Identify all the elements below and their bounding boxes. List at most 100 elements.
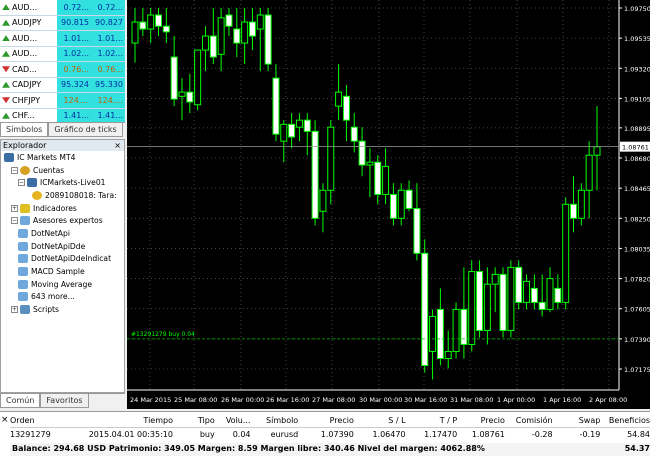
candle-body (499, 273, 507, 331)
list-item[interactable]: CADJPY 95.324 95.330 (0, 77, 125, 93)
candle-body (201, 35, 209, 51)
bid-cell: 1.02... (57, 46, 91, 61)
x-tick-label: 26 Mar 16:00 (266, 396, 309, 404)
table-cell: -0.19 (579, 430, 601, 439)
ask-cell: 0.76... (91, 62, 125, 77)
tree-item-label: DotNetApiDde (31, 241, 86, 251)
tree-item[interactable]: DotNetApiDde (1, 240, 124, 253)
arrow-down-icon (2, 66, 10, 73)
tree-item[interactable]: 643 more... (1, 291, 124, 304)
x-tick-label: 30 Mar 00:00 (359, 396, 402, 404)
tree-item[interactable]: − Cuentas (1, 164, 124, 177)
bid-cell: 1.41... (57, 108, 91, 122)
tree-item[interactable]: IC Markets MT4 (1, 151, 124, 164)
y-tick-label: 1.09750 (624, 5, 650, 13)
expand-icon[interactable]: + (11, 306, 18, 314)
y-tick-label: 1.08895 (624, 125, 650, 133)
list-item[interactable]: AUD... 1.02... 1.02... (0, 46, 125, 62)
candlestick-chart[interactable]: 1.09750 1.09535 1.09320 1.09105 1.08895 1.086… (127, 0, 650, 409)
tree-item[interactable]: DotNetApi (1, 227, 124, 240)
arrow-up-icon (2, 35, 10, 42)
list-item[interactable]: AUDJPY 90.815 90.827 (0, 15, 125, 31)
bid-cell: 1.01... (57, 31, 91, 46)
list-item[interactable]: AUD... 0.72... 0.72... (0, 0, 125, 16)
ask-cell: 124.... (91, 93, 125, 108)
tree-item[interactable]: + Indicadores (1, 202, 124, 215)
candle-body (577, 189, 585, 219)
tab-common[interactable]: Común (0, 394, 41, 408)
candle-body (546, 278, 554, 310)
y-tick-label: 1.09320 (624, 65, 650, 73)
arrow-up-icon (2, 50, 10, 57)
market-watch-panel: AUD... 0.72... 0.72... AUDJPY 90.815 90.827 AU… (0, 0, 125, 122)
bid-cell: 90.815 (57, 15, 91, 30)
column-header[interactable]: Comisión (505, 415, 553, 427)
candle-body (248, 21, 256, 37)
column-header[interactable]: Volu... (215, 415, 251, 427)
price-chart[interactable]: 1.09750 1.09535 1.09320 1.09105 1.08895 1.086… (127, 0, 650, 409)
tree-item[interactable]: 2089108018: Tara: (1, 189, 124, 202)
candle-body (154, 14, 162, 27)
tree-item-label: 643 more... (31, 292, 75, 302)
candle-body (209, 35, 217, 58)
candle-body (476, 271, 484, 331)
collapse-icon[interactable]: − (11, 166, 18, 174)
close-icon[interactable]: × (1, 415, 9, 425)
candle-body (374, 161, 382, 195)
close-icon[interactable]: × (114, 140, 121, 151)
column-header[interactable]: Orden (10, 415, 68, 427)
list-item[interactable]: CAD... 0.76... 0.76... (0, 62, 125, 78)
y-tick-label: 1.07820 (624, 276, 650, 284)
candle-body (468, 271, 476, 345)
ask-cell: 0.72... (91, 0, 125, 15)
column-header[interactable]: Precio (457, 415, 505, 427)
arrow-down-icon (2, 97, 10, 104)
x-tick-label: 26 Mar 00:00 (221, 396, 264, 404)
table-row[interactable]: 13291279 2015.04.01 00:35:10 buy 0.04 eurusd… (10, 429, 650, 442)
column-header[interactable]: Beneficios (600, 415, 650, 427)
candle-body (358, 140, 366, 166)
symbol-cell: CHFJPY (0, 96, 57, 105)
column-header[interactable]: Precio (298, 415, 354, 427)
tab-favorites[interactable]: Favoritos (40, 394, 89, 408)
expert-advisor-icon (20, 216, 30, 226)
list-item[interactable]: AUD... 1.01... 1.01... (0, 31, 125, 47)
tree-item[interactable]: + Scripts (1, 303, 124, 316)
column-header[interactable]: Símbolo (251, 415, 298, 427)
list-item[interactable]: CHF... 1.41... 1.41... (0, 108, 125, 122)
tree-item-label: DotNetApiDdeIndicat (31, 254, 112, 264)
tree-item[interactable]: DotNetApiDdeIndicat (1, 253, 124, 266)
tree-item[interactable]: MACD Sample (1, 265, 124, 278)
navigator-tabs: Común Favoritos (0, 393, 125, 408)
tab-tick-chart[interactable]: Gráfico de ticks (48, 123, 123, 137)
list-item[interactable]: CHFJPY 124.... 124.... (0, 93, 125, 109)
collapse-icon[interactable]: − (11, 217, 18, 225)
column-header[interactable]: S / L (354, 415, 405, 427)
column-header[interactable]: Tipo (173, 415, 215, 427)
symbol-label: AUDJPY (12, 18, 42, 28)
candle-body (178, 91, 186, 97)
tree-item[interactable]: − ICMarkets-Live01 (1, 176, 124, 189)
tab-symbols[interactable]: Símbolos (0, 123, 49, 137)
navigator-panel: Explorador × IC Markets MT4− Cuentas − ICMa… (0, 139, 125, 393)
tree-item[interactable]: Moving Average (1, 278, 124, 291)
candle-body (186, 91, 194, 103)
candle-body (319, 189, 327, 212)
y-tick-label: 1.08250 (624, 215, 650, 223)
candle-body (436, 308, 444, 359)
candle-body (311, 130, 319, 219)
x-tick-label: 25 Mar 08:00 (174, 396, 217, 404)
ask-cell: 90.827 (91, 15, 125, 30)
column-header[interactable]: Swap (553, 415, 601, 427)
expand-icon[interactable]: + (11, 204, 18, 212)
account-icon (32, 190, 42, 200)
candle-body (327, 126, 335, 191)
candle-body (515, 266, 523, 303)
tree-item[interactable]: − Asesores expertos (1, 214, 124, 227)
column-header[interactable]: Tiempo (68, 415, 173, 427)
accounts-icon (20, 165, 30, 175)
x-tick-label: 27 Mar 08:00 (312, 396, 355, 404)
candle-body (342, 95, 350, 121)
column-header[interactable]: T / P (406, 415, 458, 427)
collapse-icon[interactable]: − (18, 179, 25, 187)
